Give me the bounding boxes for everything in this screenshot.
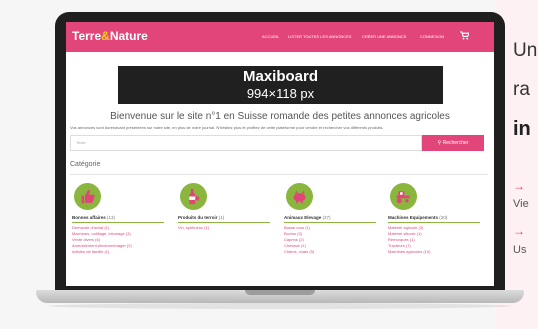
search-placeholder: Texte xyxy=(76,140,86,145)
wine-bottle-icon xyxy=(180,183,207,210)
list-item[interactable]: Chiens, chats (5) xyxy=(284,249,384,255)
arrow-icon: → xyxy=(513,224,525,238)
category-count: (20) xyxy=(439,215,448,220)
list-item[interactable]: Vin, spiritueux (1) xyxy=(178,225,278,231)
list-item[interactable]: Machines agricoles (10) xyxy=(388,249,488,255)
banner-title: Maxiboard xyxy=(242,68,318,85)
category-underline xyxy=(72,222,164,223)
welcome-subtitle: Vos annonces sont dorénavant présentées … xyxy=(70,125,384,130)
promo-sub-2: Us xyxy=(513,244,527,256)
welcome-heading: Bienvenue sur le site n°1 en Suisse roma… xyxy=(110,111,450,122)
category-underline xyxy=(284,222,376,223)
search-button-label: Rechercher xyxy=(442,140,469,146)
category-title: Catégorie xyxy=(70,161,101,168)
divider xyxy=(70,174,488,175)
nav-connexion[interactable]: CONNEXION xyxy=(420,34,444,39)
thumbs-up-icon xyxy=(74,183,101,210)
nav-lister-annonces[interactable]: LISTER TOUTES LES ANNONCES xyxy=(288,34,351,39)
promo-line-1: Un xyxy=(513,40,538,61)
category-title-text: Produits du terroir xyxy=(178,215,218,220)
list-item[interactable]: Articles de famille (1) xyxy=(72,249,172,255)
search-icon: ⚲ xyxy=(437,140,442,146)
nav-accueil[interactable]: ACCUEIL xyxy=(262,34,279,39)
category-machines-equipements[interactable]: Machines Equipements (20) Matériel agric… xyxy=(388,183,488,255)
category-title-text: Machines Equipements xyxy=(388,215,439,220)
tractor-icon xyxy=(390,183,417,210)
maxiboard-banner[interactable]: Maxiboard 994×118 px xyxy=(118,66,443,104)
category-count: (27) xyxy=(322,215,331,220)
banner-size: 994×118 px xyxy=(246,86,315,101)
category-count: (1) xyxy=(218,215,225,220)
category-animaux-elevage[interactable]: Animaux Elevage (27) Basse-cour (1) Bovi… xyxy=(284,183,384,255)
laptop-screen: Terre&Nature ACCUEIL LISTER TOUTES LES A… xyxy=(66,22,494,286)
arrow-icon: → xyxy=(513,179,525,193)
category-count: (13) xyxy=(107,215,116,220)
promo-sub-1: Vie xyxy=(513,198,529,210)
cart-icon[interactable] xyxy=(460,31,470,42)
search-input[interactable]: Texte xyxy=(70,135,422,151)
laptop-shadow xyxy=(48,303,512,309)
category-bonnes-affaires[interactable]: Bonnes affaires (13) Demande d'achat (1)… xyxy=(72,183,172,255)
category-title-text: Bonnes affaires xyxy=(72,215,106,220)
pig-icon xyxy=(286,183,313,210)
search-button[interactable]: ⚲ Rechercher xyxy=(422,135,484,151)
promo-line-3: in xyxy=(513,118,531,140)
laptop-notch xyxy=(245,290,315,295)
category-underline xyxy=(388,222,480,223)
promo-line-2: ra xyxy=(513,79,530,100)
category-produits-terroir[interactable]: Produits du terroir (1) Vin, spiritueux … xyxy=(178,183,278,231)
site-logo[interactable]: Terre&Nature xyxy=(72,29,148,43)
category-title-text: Animaux Elevage xyxy=(284,215,322,220)
site-header: Terre&Nature ACCUEIL LISTER TOUTES LES A… xyxy=(66,22,494,52)
category-underline xyxy=(178,222,270,223)
nav-creer-annonce[interactable]: CRÉER UNE ANNONCE xyxy=(362,34,406,39)
